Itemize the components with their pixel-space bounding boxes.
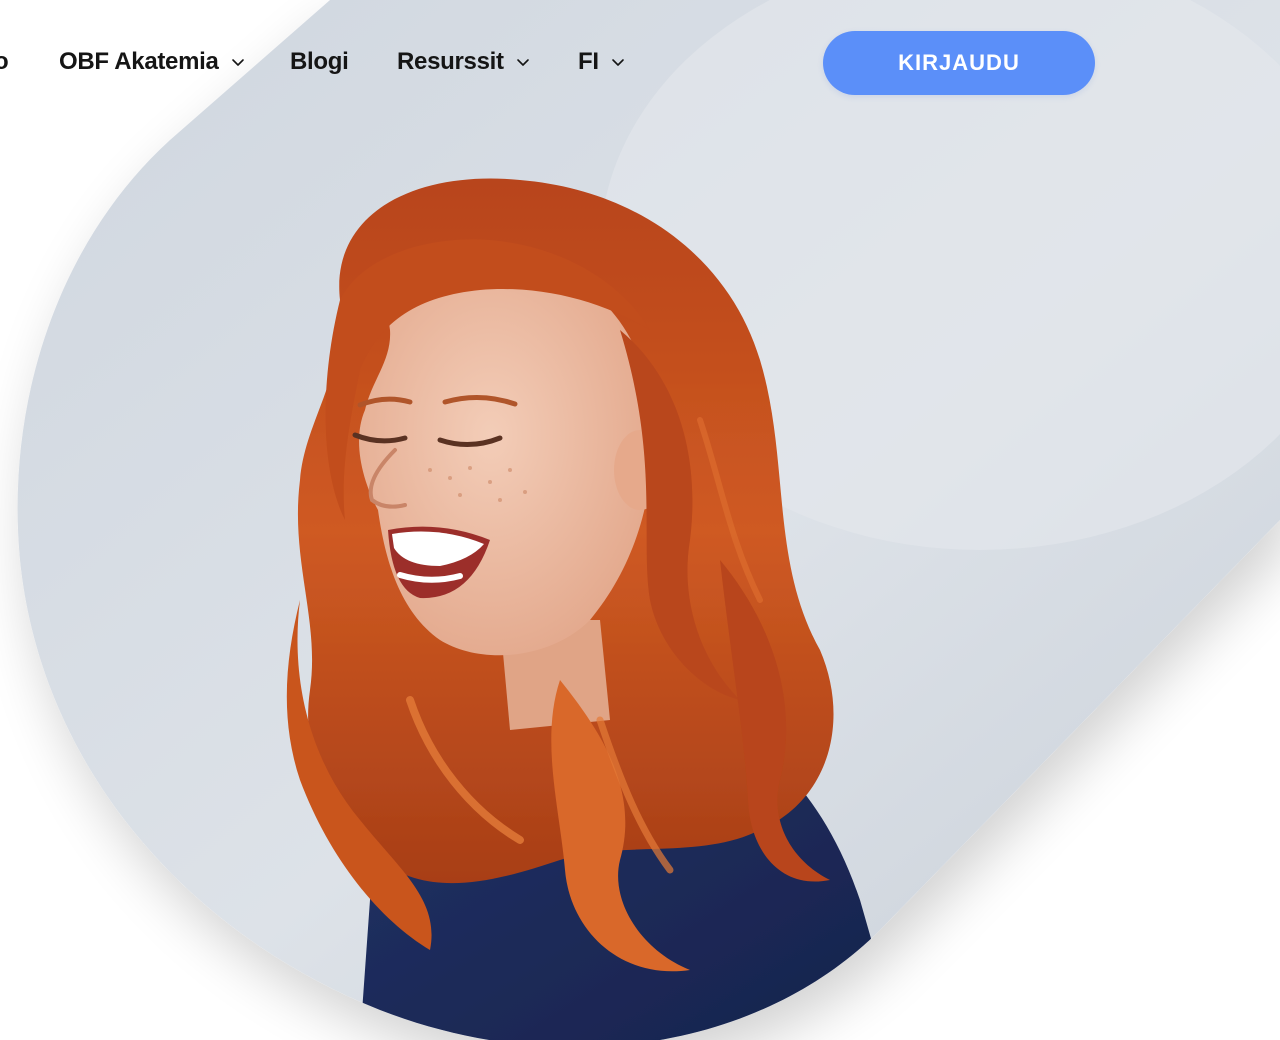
login-button[interactable]: KIRJAUDU: [823, 31, 1095, 95]
language-selector-label: FI: [578, 48, 599, 75]
page: o OBF Akatemia Blogi Resurssit FI KIRJAU…: [0, 0, 1280, 1040]
language-selector[interactable]: FI: [578, 48, 625, 76]
nav-item-blogi[interactable]: Blogi: [290, 48, 349, 76]
hero-image: [17, 0, 1280, 1040]
chevron-down-icon: [231, 59, 244, 66]
chevron-down-icon: [516, 59, 529, 66]
nav-item-label: Blogi: [290, 48, 349, 75]
nav-item-partial-label: o: [0, 48, 9, 75]
nav-item-partial[interactable]: o: [0, 48, 12, 76]
main-nav: o OBF Akatemia Blogi Resurssit FI KIRJAU…: [0, 30, 1280, 96]
nav-item-resurssit[interactable]: Resurssit: [397, 48, 530, 76]
nav-item-obf-akatemia[interactable]: OBF Akatemia: [59, 48, 245, 76]
chevron-down-icon: [611, 59, 624, 66]
nav-item-label: Resurssit: [397, 48, 504, 75]
nav-item-label: OBF Akatemia: [59, 48, 219, 75]
